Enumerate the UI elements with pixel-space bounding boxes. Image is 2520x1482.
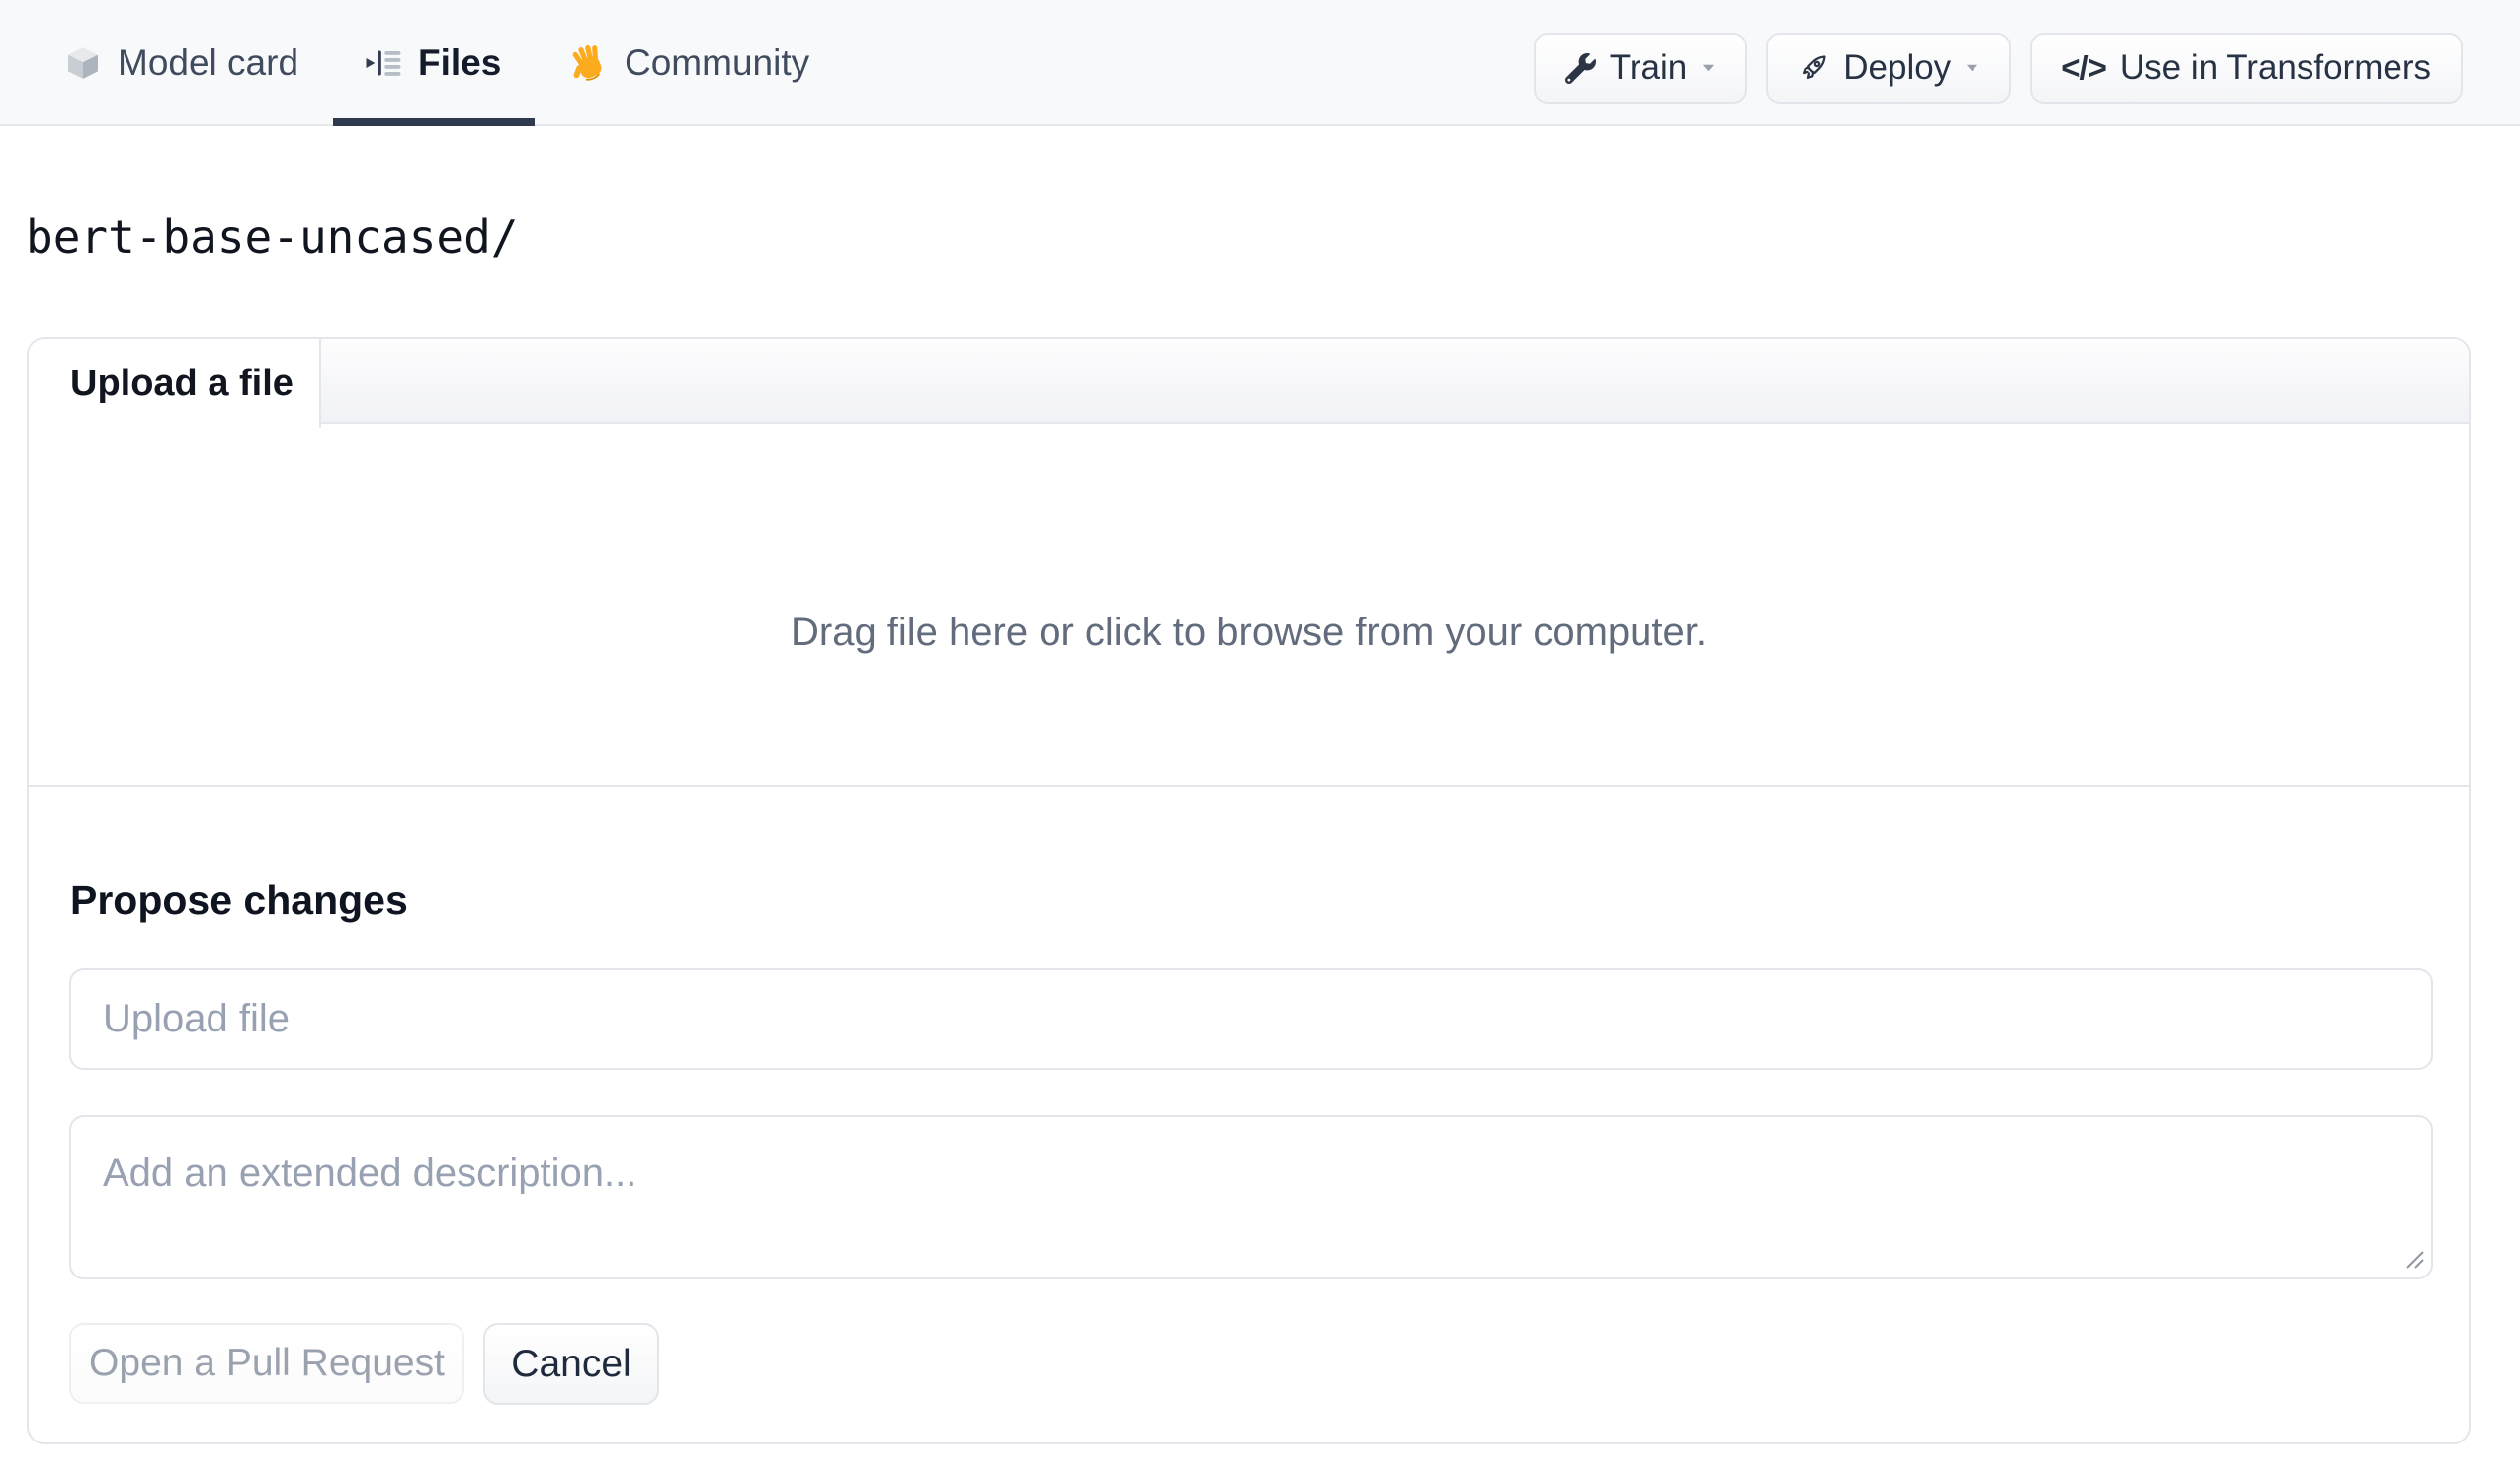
button-label: Train: [1609, 48, 1688, 87]
button-label: Deploy: [1843, 48, 1952, 87]
tab-label: Model card: [118, 42, 299, 83]
repo-action-buttons: Train Deploy </> Use in Transformers: [1533, 33, 2463, 104]
file-dropzone[interactable]: Drag file here or click to browse from y…: [29, 426, 2469, 787]
upload-panel-tab-strip: [29, 339, 2469, 424]
dropzone-hint-text: Drag file here or click to browse from y…: [790, 611, 1707, 654]
tab-upload-a-file[interactable]: Upload a file: [29, 339, 321, 428]
waving-hand-icon: [564, 41, 610, 86]
breadcrumb[interactable]: bert-base-uncased/: [26, 210, 519, 264]
caret-down-icon: [1965, 63, 1979, 73]
wrench-icon: [1564, 52, 1596, 84]
use-in-transformers-button[interactable]: </> Use in Transformers: [2030, 33, 2463, 104]
tab-label: Upload a file: [70, 362, 294, 404]
propose-changes-heading: Propose changes: [70, 877, 408, 923]
extended-description-textarea[interactable]: [69, 1115, 2433, 1279]
upload-panel: Upload a file Drag file here or click to…: [27, 337, 2471, 1444]
train-button[interactable]: Train: [1533, 33, 1748, 104]
tab-label: Files: [418, 42, 502, 83]
open-pull-request-button[interactable]: Open a Pull Request: [69, 1323, 464, 1404]
code-icon: </>: [2061, 49, 2107, 86]
page: Model card Files Community Train Deploy …: [0, 0, 2520, 1482]
tab-files[interactable]: Files: [364, 0, 501, 126]
files-icon: [364, 43, 403, 83]
repo-tab-bar: Model card Files Community Train Deploy …: [0, 0, 2520, 126]
tab-model-card[interactable]: Model card: [63, 0, 298, 126]
description-field-wrap: [69, 1115, 2433, 1279]
commit-title-input[interactable]: [69, 968, 2433, 1070]
resize-handle-icon[interactable]: [2403, 1248, 2425, 1270]
caret-down-icon: [1701, 63, 1716, 73]
tab-community[interactable]: Community: [564, 0, 809, 126]
cancel-button[interactable]: Cancel: [483, 1323, 659, 1405]
tab-label: Community: [625, 42, 810, 83]
cube-icon: [63, 43, 103, 83]
rocket-icon: [1798, 52, 1829, 84]
files-tab-active-underline: [333, 118, 535, 126]
button-label: Use in Transformers: [2119, 48, 2431, 87]
deploy-button[interactable]: Deploy: [1766, 33, 2012, 104]
